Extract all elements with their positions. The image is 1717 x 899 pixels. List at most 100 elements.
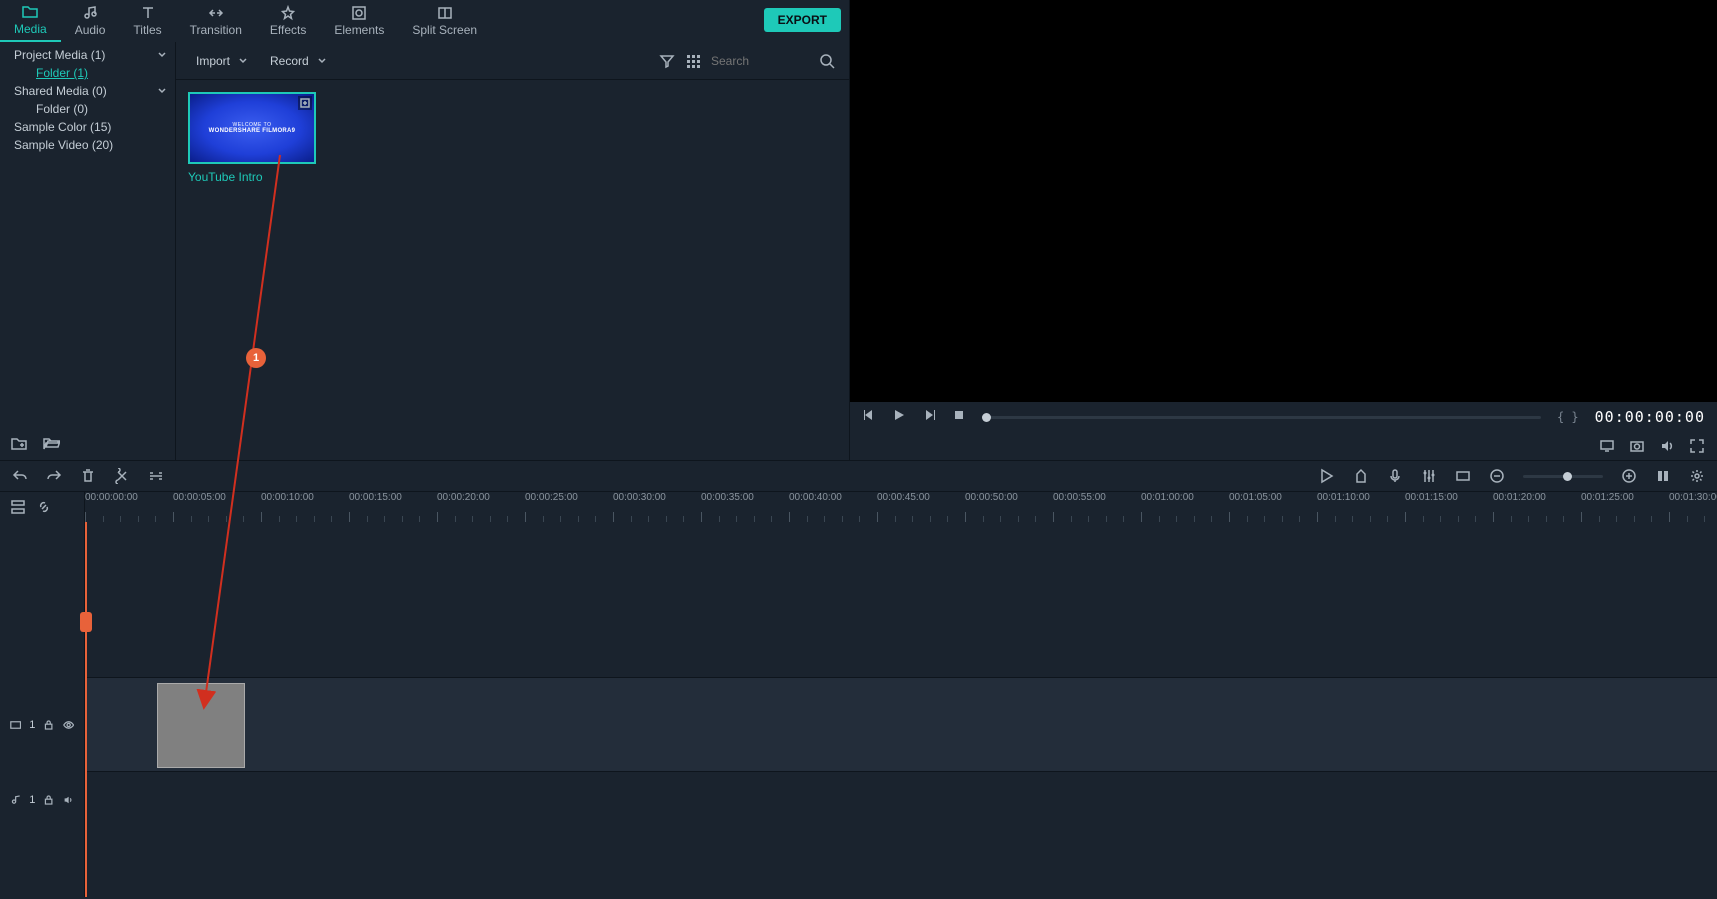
zoom-fit-icon[interactable]: [1655, 468, 1671, 484]
media-thumbnail[interactable]: WELCOME TO WONDERSHARE FILMORA9 YouTube …: [188, 92, 316, 184]
timeline-ruler[interactable]: 00:00:00:0000:00:05:0000:00:10:0000:00:1…: [85, 492, 1717, 522]
new-folder-icon[interactable]: [10, 434, 28, 452]
music-icon: [82, 5, 98, 21]
export-button[interactable]: EXPORT: [764, 8, 841, 32]
playhead[interactable]: [85, 522, 87, 897]
mark-braces[interactable]: { }: [1557, 410, 1579, 424]
audio-track-icon: [10, 793, 21, 807]
filter-icon[interactable]: [659, 53, 675, 69]
video-track-icon: [10, 718, 21, 732]
transition-icon: [208, 5, 224, 21]
tab-effects[interactable]: Effects: [256, 0, 320, 42]
preview-controls: { } 00:00:00:00: [850, 402, 1717, 432]
tab-titles[interactable]: Titles: [119, 0, 175, 42]
eye-icon[interactable]: [63, 718, 74, 732]
video-track-body[interactable]: [85, 677, 1717, 772]
settings-icon[interactable]: [1689, 468, 1705, 484]
split-icon[interactable]: [114, 468, 130, 484]
tree-label: Sample Video (20): [14, 138, 113, 152]
record-dropdown[interactable]: Record: [264, 50, 333, 72]
volume-icon[interactable]: [1659, 438, 1675, 454]
mixer-icon[interactable]: [1421, 468, 1437, 484]
preview-panel: { } 00:00:00:00: [850, 0, 1717, 460]
media-grid: WELCOME TO WONDERSHARE FILMORA9 YouTube …: [176, 80, 849, 196]
grid-view-icon[interactable]: [685, 53, 701, 69]
crop-icon[interactable]: [148, 468, 164, 484]
search-input[interactable]: [711, 54, 811, 68]
audio-track-head: 1: [0, 772, 85, 827]
search-icon[interactable]: [819, 53, 835, 69]
tab-split-label: Split Screen: [412, 23, 477, 37]
preview-scrubber[interactable]: [982, 416, 1541, 419]
tab-transition[interactable]: Transition: [176, 0, 256, 42]
content-toolbar: Import Record: [176, 42, 849, 80]
media-content: Import Record: [175, 42, 849, 460]
display-icon[interactable]: [1599, 438, 1615, 454]
zoom-out-icon[interactable]: [1489, 468, 1505, 484]
preview-sub-controls: [850, 432, 1717, 460]
snapshot-icon[interactable]: [1629, 438, 1645, 454]
prev-frame-button[interactable]: [862, 408, 876, 427]
track-spacer: [0, 522, 1717, 677]
voiceover-icon[interactable]: [1387, 468, 1403, 484]
aspect-icon[interactable]: [1455, 468, 1471, 484]
redo-icon[interactable]: [46, 468, 62, 484]
tree-label: Folder (0): [36, 102, 88, 116]
stop-button[interactable]: [952, 408, 966, 427]
tree-sample-video[interactable]: Sample Video (20): [0, 136, 175, 154]
tab-transition-label: Transition: [190, 23, 242, 37]
audio-track-body[interactable]: [85, 772, 1717, 827]
track-spacer-bottom: [0, 827, 1717, 897]
tree-shared-media[interactable]: Shared Media (0): [0, 82, 175, 100]
drop-placeholder[interactable]: [157, 683, 245, 768]
add-to-timeline-icon[interactable]: [298, 96, 312, 110]
preview-viewport[interactable]: [850, 0, 1717, 402]
import-dropdown[interactable]: Import: [190, 50, 254, 72]
chevron-down-icon: [157, 86, 167, 96]
folder-open-icon[interactable]: [42, 434, 60, 452]
split-screen-icon: [437, 5, 453, 21]
media-tree: Project Media (1) Folder (1) Shared Medi…: [0, 42, 175, 426]
tab-media[interactable]: Media: [0, 0, 61, 42]
tab-audio[interactable]: Audio: [61, 0, 120, 42]
link-icon[interactable]: [36, 499, 52, 515]
audio-track-1: 1: [0, 772, 1717, 827]
tab-titles-label: Titles: [133, 23, 161, 37]
zoom-slider[interactable]: [1523, 475, 1603, 478]
render-icon[interactable]: [1319, 468, 1335, 484]
play-button[interactable]: [892, 408, 906, 427]
timeline-ruler-row: 00:00:00:0000:00:05:0000:00:10:0000:00:1…: [0, 492, 1717, 522]
tree-label: Shared Media (0): [14, 84, 107, 98]
lock-icon[interactable]: [43, 793, 54, 807]
tab-audio-label: Audio: [75, 23, 106, 37]
track-number: 1: [29, 719, 35, 731]
ruler-left-controls: [0, 492, 85, 522]
tree-project-media[interactable]: Project Media (1): [0, 46, 175, 64]
timeline-toolbar: [0, 460, 1717, 492]
next-frame-button[interactable]: [922, 408, 936, 427]
sidebar-actions: [0, 426, 175, 460]
zoom-in-icon[interactable]: [1621, 468, 1637, 484]
delete-icon[interactable]: [80, 468, 96, 484]
playhead-handle[interactable]: [80, 612, 92, 632]
thumbnail-label: YouTube Intro: [188, 164, 316, 184]
mute-icon[interactable]: [63, 793, 74, 807]
timeline-tracks: 1 1: [0, 522, 1717, 897]
chevron-down-icon: [157, 50, 167, 60]
track-manage-icon[interactable]: [10, 499, 26, 515]
tree-folder-1[interactable]: Folder (1): [0, 64, 175, 82]
main-tabs: Media Audio Titles Transition Effects El…: [0, 0, 849, 42]
tree-sample-color[interactable]: Sample Color (15): [0, 118, 175, 136]
lock-icon[interactable]: [43, 718, 54, 732]
marker-icon[interactable]: [1353, 468, 1369, 484]
folder-icon: [22, 4, 38, 20]
search-box: [711, 53, 835, 69]
undo-icon[interactable]: [12, 468, 28, 484]
tree-folder-0[interactable]: Folder (0): [0, 100, 175, 118]
tab-split-screen[interactable]: Split Screen: [398, 0, 491, 42]
track-number: 1: [29, 794, 35, 806]
tree-label: Project Media (1): [14, 48, 105, 62]
tab-media-label: Media: [14, 22, 47, 36]
fullscreen-icon[interactable]: [1689, 438, 1705, 454]
tab-elements[interactable]: Elements: [320, 0, 398, 42]
